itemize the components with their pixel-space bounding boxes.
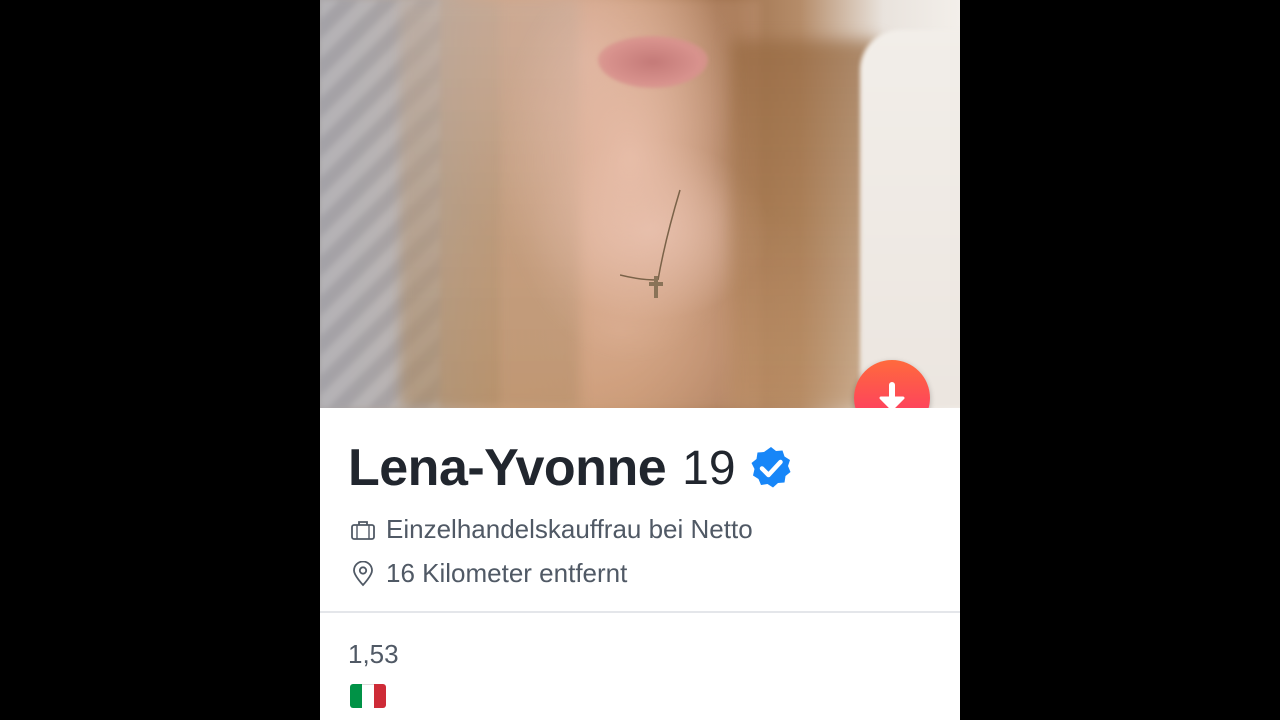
briefcase-icon	[350, 517, 376, 543]
profile-card: Lena-Yvonne 19 Einzelhandelskauffrau bei…	[320, 0, 960, 720]
location-pin-icon	[350, 560, 376, 587]
profile-name: Lena-Yvonne	[348, 439, 667, 497]
distance-row: 16 Kilometer entfernt	[350, 558, 627, 589]
profile-age: 19	[682, 441, 736, 495]
photo-necklace	[620, 189, 681, 298]
section-divider	[320, 611, 960, 613]
flag-stripe-green	[350, 684, 362, 708]
distance-text: 16 Kilometer entfernt	[386, 558, 628, 588]
job-row: Einzelhandelskauffrau bei Netto	[350, 514, 753, 545]
flag-stripe-white	[362, 684, 374, 708]
italy-flag-icon	[350, 684, 386, 708]
verified-badge-icon[interactable]	[748, 445, 794, 491]
photo-sweater	[860, 30, 960, 408]
flag-stripe-red	[374, 684, 386, 708]
photo-hair-right	[730, 40, 880, 408]
video-frame: Lena-Yvonne 19 Einzelhandelskauffrau bei…	[0, 0, 1280, 720]
profile-info: Lena-Yvonne 19 Einzelhandelskauffrau bei…	[320, 408, 960, 720]
bio-text: 1,53	[348, 639, 399, 669]
job-text: Einzelhandelskauffrau bei Netto	[386, 514, 753, 544]
profile-photo[interactable]	[320, 0, 960, 408]
name-row: Lena-Yvonne 19	[348, 438, 794, 498]
